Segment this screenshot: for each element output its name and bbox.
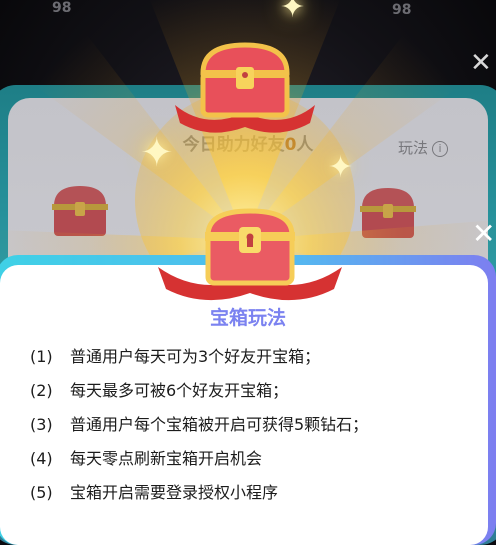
list-item: (5) 宝箱开启需要登录授权小程序: [30, 476, 368, 510]
sparkle-icon: ✦: [140, 130, 174, 176]
rule-number: (1): [30, 347, 53, 366]
rule-number: (3): [30, 415, 53, 434]
info-icon: i: [432, 141, 449, 157]
rules-link[interactable]: 玩法 i: [398, 137, 449, 158]
treasure-chest-icon: [52, 186, 108, 236]
list-item: (2) 每天最多可被6个好友开宝箱；: [30, 374, 368, 408]
rule-number: (4): [30, 449, 53, 468]
list-item: (3) 普通用户每个宝箱被开启可获得5颗钻石；: [30, 408, 368, 442]
modal-title: 宝箱玩法: [209, 307, 286, 329]
close-icon[interactable]: ✕: [472, 220, 495, 248]
treasure-chest-icon: [175, 42, 315, 133]
rule-text: 普通用户每个宝箱被开启可获得5颗钻石；: [70, 415, 369, 434]
treasure-chest-icon: [360, 188, 416, 238]
rule-number: (5): [30, 483, 53, 502]
list-item: (1) 普通用户每天可为3个好友开宝箱；: [30, 340, 368, 374]
background-badge-right: 98: [392, 2, 412, 18]
list-item: (4) 每天零点刷新宝箱开启机会: [30, 442, 368, 476]
close-icon[interactable]: ✕: [470, 50, 492, 76]
rules-list: (1) 普通用户每天可为3个好友开宝箱； (2) 每天最多可被6个好友开宝箱； (3…: [30, 340, 368, 510]
treasure-chest-icon: [158, 208, 342, 301]
rule-text: 宝箱开启需要登录授权小程序: [70, 483, 279, 502]
rule-text: 每天零点刷新宝箱开启机会: [70, 449, 263, 468]
rule-text: 普通用户每天可为3个好友开宝箱；: [70, 347, 321, 366]
rule-text: 每天最多可被6个好友开宝箱；: [70, 381, 289, 400]
rule-number: (2): [30, 381, 53, 400]
sparkle-icon: ✦: [280, 0, 306, 25]
background-badge-left: 98: [52, 0, 72, 16]
sparkle-icon: ✦: [328, 150, 354, 185]
